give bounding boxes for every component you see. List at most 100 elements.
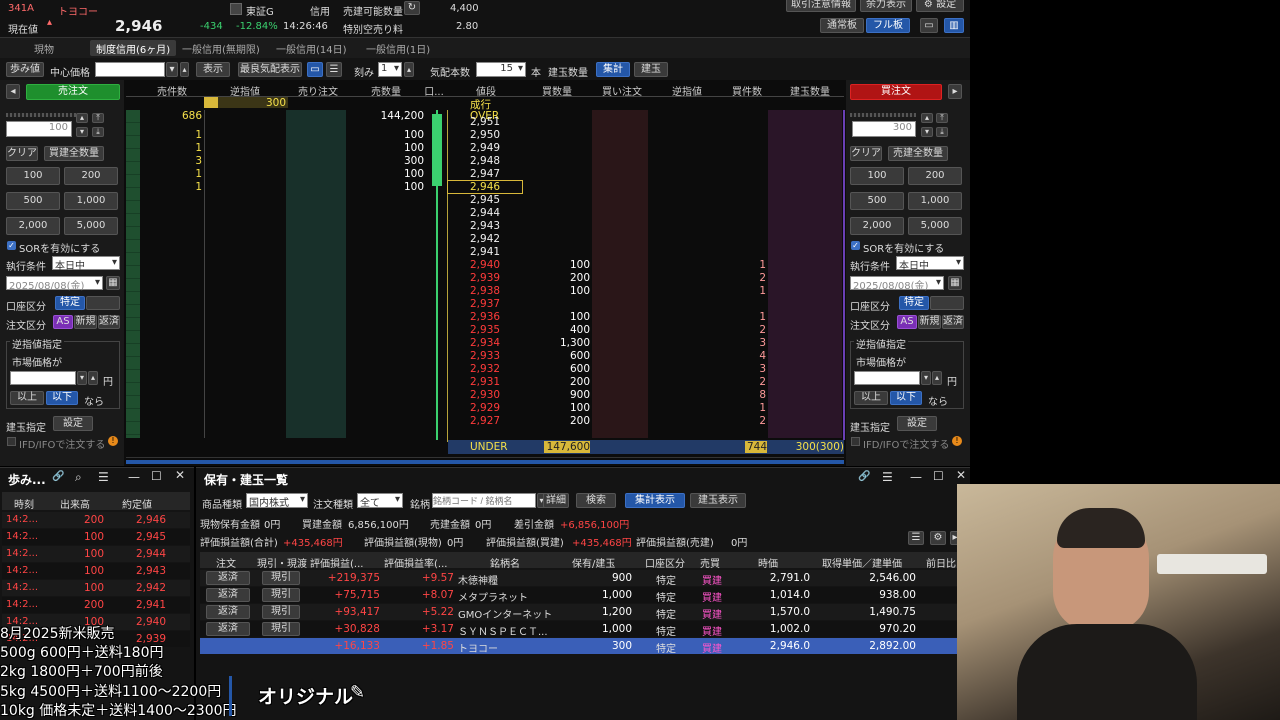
stop-price-input[interactable] — [854, 371, 920, 385]
stop-price-dropdown-icon[interactable]: ▾ — [77, 371, 87, 385]
view-list-icon[interactable]: ☰ — [326, 62, 342, 77]
sor-checkbox[interactable]: ✓ — [851, 241, 860, 250]
positions-col-header[interactable]: 評価損益率(... — [384, 555, 447, 570]
ask-price[interactable]: 2,951 — [470, 116, 510, 128]
position-name[interactable]: メタプラネット — [458, 589, 528, 604]
sell-qty-1000[interactable]: 1,000 — [64, 192, 118, 210]
tab-system-margin[interactable]: 制度信用(6ヶ月) — [90, 40, 177, 56]
bid-price[interactable]: 2,940 — [470, 259, 510, 271]
order-new-button[interactable]: 新規 — [918, 315, 941, 329]
delivery-button[interactable]: 現引 — [262, 622, 300, 636]
sell-qty-5000[interactable]: 5,000 — [64, 217, 118, 235]
view-box-icon[interactable]: ▭ — [307, 62, 323, 77]
exec-cond-select[interactable]: 本日中 — [52, 256, 120, 272]
maximize-icon[interactable]: ☐ — [933, 469, 944, 483]
minimize-icon[interactable]: — — [128, 470, 140, 484]
tick-history-button[interactable]: 歩み値 — [6, 62, 44, 77]
close-icon[interactable]: ✕ — [175, 468, 185, 482]
ask-price[interactable]: 2,950 — [470, 129, 510, 141]
expiry-date-select[interactable]: 2025/08/08(金) — [850, 276, 944, 292]
sell-qty-input[interactable]: 100 — [6, 121, 72, 137]
positions-col-header[interactable]: 取得単価／建単価 — [822, 555, 902, 570]
bid-price[interactable]: 2,936 — [470, 311, 510, 323]
positions-col-header[interactable]: 前日比 — [926, 555, 956, 570]
positions-col-header[interactable]: 口座区分 — [645, 555, 685, 570]
collapse-right-icon[interactable]: ▸ — [948, 84, 962, 99]
buy-qty-bottom-icon[interactable]: ⤓ — [936, 127, 948, 137]
layout-split-icon[interactable]: ▥ — [944, 18, 964, 33]
close-position-button[interactable]: 返済 — [206, 588, 250, 602]
position-name[interactable]: トヨコー — [458, 640, 498, 655]
sor-checkbox[interactable]: ✓ — [7, 241, 16, 250]
position-view-button[interactable]: 建玉表示 — [690, 493, 746, 508]
buy-qty-1000[interactable]: 1,000 — [908, 192, 962, 210]
board-price[interactable]: 2,943 — [470, 220, 510, 232]
stop-above-button[interactable]: 以上 — [10, 391, 44, 405]
link-icon[interactable]: 🔗 — [858, 471, 870, 482]
settings-button[interactable]: ⚙ 設定 — [916, 0, 964, 12]
aggregate-toggle[interactable]: 集計 — [596, 62, 630, 77]
buy-qty-down-icon[interactable]: ▾ — [921, 127, 933, 137]
menu-icon[interactable]: ☰ — [882, 470, 893, 484]
close-icon[interactable]: ✕ — [956, 468, 966, 482]
bid-price[interactable]: 2,939 — [470, 272, 510, 284]
product-select[interactable]: 国内株式 — [246, 493, 308, 509]
positions-col-header[interactable]: 売買 — [700, 555, 720, 570]
bid-price[interactable]: 2,933 — [470, 350, 510, 362]
position-name[interactable]: ＳＹＮＳＰＥＣＴ... — [458, 623, 548, 638]
delivery-button[interactable]: 現引 — [262, 571, 300, 585]
buy-all-qty-button[interactable]: 買建全数量 — [44, 146, 104, 161]
center-price-stepper-icon[interactable]: ▴ — [180, 62, 189, 77]
board-price[interactable]: 2,944 — [470, 207, 510, 219]
bid-price[interactable]: 2,929 — [470, 402, 510, 414]
ask-price[interactable]: 2,948 — [470, 155, 510, 167]
sell-qty-up-icon[interactable]: ▴ — [76, 113, 88, 123]
info-icon[interactable]: ! — [108, 436, 118, 446]
position-name[interactable]: GMOインターネット — [458, 606, 552, 621]
tab-cash[interactable]: 現物 — [28, 40, 60, 56]
positions-col-header[interactable]: 現引・現渡 — [257, 555, 307, 570]
positions-col-header[interactable]: 注文 — [216, 555, 236, 570]
center-price-dropdown-icon[interactable]: ▾ — [166, 62, 178, 77]
board-price[interactable]: 2,945 — [470, 194, 510, 206]
buy-qty-500[interactable]: 500 — [850, 192, 904, 210]
ask-price[interactable]: 2,946 — [447, 180, 523, 194]
order-as-button[interactable]: AS — [53, 315, 73, 329]
sell-clear-button[interactable]: クリア — [6, 146, 38, 161]
trade-notice-button[interactable]: 取引注意情報 — [786, 0, 856, 12]
step-stepper-icon[interactable]: ▴ — [404, 62, 414, 77]
order-new-button[interactable]: 新規 — [74, 315, 97, 329]
delivery-button[interactable]: 現引 — [262, 605, 300, 619]
buy-order-button[interactable]: 買注文 — [850, 84, 942, 100]
stop-price-dropdown-icon[interactable]: ▾ — [921, 371, 931, 385]
tab-general-margin-1d[interactable]: 一般信用(1日) — [360, 40, 436, 56]
sell-qty-200[interactable]: 200 — [64, 167, 118, 185]
bid-price[interactable]: 2,938 — [470, 285, 510, 297]
stop-below-button[interactable]: 以下 — [890, 391, 922, 405]
best-quote-button[interactable]: 最良気配表示 — [238, 62, 302, 77]
menu-icon[interactable]: ☰ — [98, 470, 109, 484]
order-close-button[interactable]: 返済 — [98, 315, 120, 329]
info-icon[interactable]: ! — [952, 436, 962, 446]
sell-qty-100[interactable]: 100 — [6, 167, 60, 185]
normal-board-button[interactable]: 通常板 — [820, 18, 864, 33]
account-general-button[interactable] — [86, 296, 120, 310]
board-scrollbar[interactable] — [126, 460, 844, 464]
buy-qty-200[interactable]: 200 — [908, 167, 962, 185]
buy-qty-2000[interactable]: 2,000 — [850, 217, 904, 235]
detail-button[interactable]: 詳細 — [543, 493, 569, 508]
stop-price-stepper-icon[interactable]: ▴ — [88, 371, 98, 385]
sell-order-button[interactable]: 売注文 — [26, 84, 120, 100]
refresh-icon[interactable]: ↻ — [404, 1, 420, 15]
positions-col-header[interactable]: 保有/建玉 — [572, 555, 615, 570]
settings-icon[interactable]: ⚙ — [930, 531, 946, 545]
position-spec-button[interactable]: 設定 — [53, 416, 93, 431]
ask-price[interactable]: 2,947 — [470, 168, 510, 180]
buy-qty-up-icon[interactable]: ▴ — [921, 113, 933, 123]
sell-qty-500[interactable]: 500 — [6, 192, 60, 210]
stop-above-button[interactable]: 以上 — [854, 391, 888, 405]
account-general-button[interactable] — [930, 296, 964, 310]
ifd-checkbox[interactable] — [7, 437, 16, 446]
order-type-filter-select[interactable]: 全て — [357, 493, 403, 509]
bid-price[interactable]: 2,935 — [470, 324, 510, 336]
